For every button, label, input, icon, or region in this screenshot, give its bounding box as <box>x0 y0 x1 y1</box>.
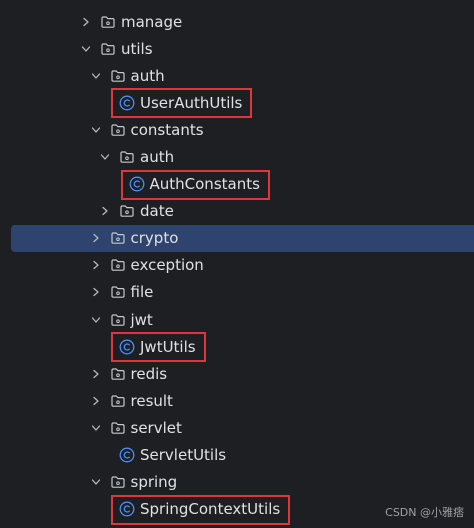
tree-item-content: exception <box>0 252 204 279</box>
chevron-down-icon[interactable] <box>78 41 94 57</box>
tree-item-content: constants <box>0 116 204 143</box>
folder-icon <box>110 312 126 328</box>
chevron-down-icon[interactable] <box>88 474 104 490</box>
tree-folder-item[interactable]: date <box>0 198 474 225</box>
chevron-right-icon[interactable] <box>88 393 104 409</box>
tree-item-content: file <box>0 279 153 306</box>
folder-icon <box>110 257 126 273</box>
watermark: CSDN @小雅痞 <box>385 506 464 519</box>
tree-item-label: servlet <box>130 418 182 437</box>
tree-class-item[interactable]: AuthConstants <box>0 169 474 200</box>
chevron-right-icon[interactable] <box>97 203 113 219</box>
folder-icon <box>110 122 126 138</box>
folder-icon <box>110 68 126 84</box>
tree-item-label: result <box>130 391 173 410</box>
chevron-right-icon[interactable] <box>88 366 104 382</box>
tree-item-label: manage <box>121 12 183 31</box>
tree-item-content: jwt <box>0 306 153 333</box>
tree-folder-item[interactable]: crypto <box>11 224 474 252</box>
tree-class-item[interactable]: ServletUtils <box>0 442 474 469</box>
tree-item-label: file <box>130 283 154 302</box>
folder-icon <box>119 203 135 219</box>
chevron-down-icon[interactable] <box>88 420 104 436</box>
tree-item-content: date <box>0 198 174 225</box>
tree-item-label: ServletUtils <box>140 446 227 465</box>
chevron-right-icon[interactable] <box>78 14 94 30</box>
tree-folder-item[interactable]: manage <box>0 8 474 35</box>
annotation-highlight-box <box>120 169 270 200</box>
tree-item-label: redis <box>130 364 168 383</box>
tree-item-label: utils <box>121 39 153 58</box>
chevron-down-icon[interactable] <box>88 122 104 138</box>
tree-item-content: auth <box>0 143 174 170</box>
tree-item-label: constants <box>130 120 204 139</box>
tree-item-content: manage <box>0 8 182 35</box>
tree-class-item[interactable]: UserAuthUtils <box>0 88 474 119</box>
folder-icon <box>110 393 126 409</box>
tree-folder-item[interactable]: exception <box>0 252 474 279</box>
annotation-highlight-box <box>111 494 291 525</box>
tree-folder-item[interactable]: utils <box>0 35 474 62</box>
project-tree: manage utils auth UserAuthUtils constants aut… <box>0 8 474 525</box>
tree-folder-item[interactable]: auth <box>0 62 474 89</box>
folder-icon <box>119 149 135 165</box>
tree-folder-item[interactable]: constants <box>0 116 474 143</box>
tree-folder-item[interactable]: result <box>0 387 474 414</box>
tree-item-content: result <box>0 387 173 414</box>
tree-item-label: date <box>140 202 174 221</box>
chevron-down-icon[interactable] <box>88 68 104 84</box>
folder-icon <box>100 41 116 57</box>
tree-item-label: auth <box>140 148 175 167</box>
chevron-down-icon[interactable] <box>88 312 104 328</box>
tree-item-content: ServletUtils <box>0 442 226 469</box>
tree-item-content: servlet <box>0 414 182 441</box>
tree-item-content: redis <box>0 360 167 387</box>
annotation-highlight-box <box>111 88 253 119</box>
annotation-highlight-box <box>111 332 206 363</box>
tree-item-label: auth <box>130 66 165 85</box>
tree-folder-item[interactable]: spring <box>0 469 474 496</box>
folder-icon <box>110 474 126 490</box>
tree-item-content: crypto <box>0 225 178 252</box>
tree-folder-item[interactable]: file <box>0 279 474 306</box>
tree-folder-item[interactable]: servlet <box>0 414 474 441</box>
tree-class-item[interactable]: JwtUtils <box>0 332 474 363</box>
folder-icon <box>110 366 126 382</box>
tree-item-content: spring <box>0 469 177 496</box>
folder-icon <box>110 230 126 246</box>
chevron-right-icon[interactable] <box>88 257 104 273</box>
chevron-right-icon[interactable] <box>88 230 104 246</box>
folder-icon <box>100 14 116 30</box>
tree-item-label: jwt <box>130 310 153 329</box>
tree-folder-item[interactable]: auth <box>0 143 474 170</box>
tree-item-content: utils <box>0 35 153 62</box>
tree-item-label: spring <box>130 473 178 492</box>
tree-item-content: auth <box>0 62 165 89</box>
tree-folder-item[interactable]: jwt <box>0 306 474 333</box>
tree-item-label: crypto <box>130 229 179 248</box>
chevron-right-icon[interactable] <box>88 284 104 300</box>
folder-icon <box>110 284 126 300</box>
chevron-down-icon[interactable] <box>97 149 113 165</box>
folder-icon <box>110 420 126 436</box>
tree-item-label: exception <box>130 256 204 275</box>
class-icon <box>119 447 135 463</box>
tree-folder-item[interactable]: redis <box>0 360 474 387</box>
